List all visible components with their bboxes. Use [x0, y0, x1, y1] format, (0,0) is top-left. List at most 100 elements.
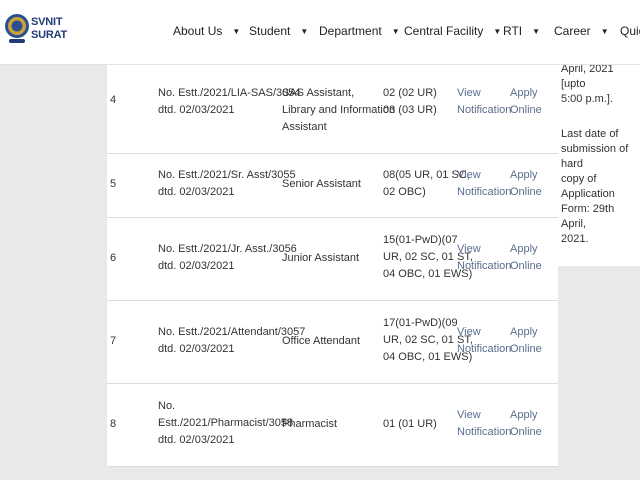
ref-line: dtd. 02/03/2021: [158, 434, 235, 446]
nav-label: RTI: [503, 24, 523, 38]
svnit-seal-icon: [5, 14, 29, 43]
link-line: Online: [510, 104, 542, 116]
post-line: SAS Assistant,: [282, 87, 355, 99]
recruitment-table: 4 No. Estt./2021/LIA-SAS/3054 dtd. 02/03…: [107, 65, 558, 467]
ref-line: No.: [158, 400, 176, 412]
nav-label: Student: [249, 24, 291, 38]
apply-online-link[interactable]: Apply Online: [510, 324, 542, 358]
logo[interactable]: SVNIT SURAT: [2, 9, 67, 55]
link-line: Online: [510, 426, 542, 438]
nav-label: Department: [319, 24, 382, 38]
chevron-down-icon: ▼: [493, 26, 502, 36]
serial-number: 4: [110, 94, 117, 106]
nav-label: About Us: [173, 24, 223, 38]
link-line: View: [457, 169, 481, 181]
ref-line: dtd. 02/03/2021: [158, 104, 235, 116]
link-line: View: [457, 87, 481, 99]
note-line: 2021.: [561, 233, 589, 245]
link-line: Notification: [457, 186, 512, 198]
ref-line: dtd. 02/03/2021: [158, 260, 235, 272]
note-line: submission of hard: [561, 143, 629, 170]
link-line: Online: [510, 343, 542, 355]
last-date-note: April, 2021 [upto 5:00 p.m.]. Last date …: [558, 62, 640, 266]
post-name: Junior Assistant: [282, 250, 359, 267]
post-line: Library and Information: [282, 104, 396, 116]
reference-number: No. Estt./2021/Sr. Asst/3055 dtd. 02/03/…: [158, 167, 296, 201]
link-line: Apply: [510, 87, 538, 99]
chevron-down-icon: ▼: [600, 26, 609, 36]
nav-central-facility[interactable]: Central Facility ▼: [404, 24, 501, 38]
view-notification-link[interactable]: View Notification: [457, 241, 511, 275]
chevron-down-icon: ▼: [532, 26, 541, 36]
link-line: Apply: [510, 169, 538, 181]
table-row: 7 No. Estt./2021/Attendant/3057 dtd. 02/…: [107, 300, 558, 384]
post-name: Pharmacist: [282, 416, 337, 433]
vacancy-line: 02 (02 UR): [383, 87, 437, 99]
link-line: View: [457, 409, 481, 421]
view-notification-link[interactable]: View Notification: [457, 167, 511, 201]
reference-number: No. Estt./2021/Jr. Asst./3056 dtd. 02/03…: [158, 241, 297, 275]
link-line: Apply: [510, 243, 538, 255]
link-line: Notification: [457, 426, 512, 438]
apply-online-link[interactable]: Apply Online: [510, 407, 542, 441]
link-line: Apply: [510, 326, 538, 338]
post-line: Office Attendant: [282, 335, 361, 347]
post-line: Assistant: [282, 121, 327, 133]
apply-online-link[interactable]: Apply Online: [510, 167, 542, 201]
link-line: Notification: [457, 260, 512, 272]
nav-label: Central Facility: [404, 24, 484, 38]
link-line: View: [457, 326, 481, 338]
serial-number: 7: [110, 335, 117, 347]
serial-number: 6: [110, 252, 117, 264]
ref-line: No. Estt./2021/Jr. Asst./3056: [158, 243, 297, 255]
nav-label: Quic: [620, 24, 640, 38]
serial-number: 5: [110, 178, 117, 190]
view-notification-link[interactable]: View Notification: [457, 85, 511, 119]
note-line: Last date of: [561, 128, 619, 140]
link-line: Online: [510, 186, 542, 198]
link-line: Online: [510, 260, 542, 272]
nav-about-us[interactable]: About Us ▼: [173, 24, 240, 38]
nav-department[interactable]: Department ▼: [319, 24, 400, 38]
post-name: SAS Assistant, Library and Information A…: [282, 85, 395, 136]
ref-line: dtd. 02/03/2021: [158, 186, 235, 198]
ref-line: Estt./2021/Pharmacist/3058: [158, 417, 294, 429]
site-header: SVNIT SURAT About Us ▼ Student ▼ Departmen…: [0, 0, 640, 65]
vacancy-line: 01 (01 UR): [383, 418, 437, 430]
nav-label: Career: [554, 24, 591, 38]
post-line: Senior Assistant: [282, 178, 361, 190]
nav-quick-links[interactable]: Quic: [620, 24, 640, 38]
link-line: Notification: [457, 104, 512, 116]
table-row: 6 No. Estt./2021/Jr. Asst./3056 dtd. 02/…: [107, 217, 558, 301]
apply-online-link[interactable]: Apply Online: [510, 85, 542, 119]
ref-line: No. Estt./2021/LIA-SAS/3054: [158, 87, 301, 99]
vacancy: 02 (02 UR) 03 (03 UR): [383, 85, 437, 119]
link-line: Apply: [510, 409, 538, 421]
vacancy: 01 (01 UR): [383, 416, 437, 433]
note-line: 5:00 p.m.].: [561, 93, 613, 105]
apply-online-link[interactable]: Apply Online: [510, 241, 542, 275]
logo-text: SVNIT SURAT: [31, 16, 67, 42]
view-notification-link[interactable]: View Notification: [457, 407, 511, 441]
post-line: Pharmacist: [282, 418, 338, 430]
note-line: copy of Application: [561, 173, 615, 200]
table-row: 5 No. Estt./2021/Sr. Asst/3055 dtd. 02/0…: [107, 153, 558, 218]
chevron-down-icon: ▼: [391, 26, 400, 36]
reference-number: No. Estt./2021/LIA-SAS/3054 dtd. 02/03/2…: [158, 85, 300, 119]
nav-career[interactable]: Career ▼: [554, 24, 609, 38]
view-notification-link[interactable]: View Notification: [457, 324, 511, 358]
ref-line: No. Estt./2021/Sr. Asst/3055: [158, 169, 296, 181]
logo-line1: SVNIT: [31, 16, 63, 28]
note-line: April, 2021 [upto: [561, 63, 614, 90]
table-row: 8 No. Estt./2021/Pharmacist/3058 dtd. 02…: [107, 383, 558, 467]
table-row: 4 No. Estt./2021/LIA-SAS/3054 dtd. 02/03…: [107, 65, 558, 154]
nav-rti[interactable]: RTI ▼: [503, 24, 540, 38]
serial-number: 8: [110, 418, 117, 430]
logo-line2: SURAT: [31, 29, 68, 41]
chevron-down-icon: ▼: [232, 26, 241, 36]
note-line: Form: 29th April,: [561, 203, 615, 230]
note-top: April, 2021 [upto 5:00 p.m.].: [561, 62, 640, 107]
nav-student[interactable]: Student ▼: [249, 24, 308, 38]
post-name: Senior Assistant: [282, 176, 361, 193]
post-name: Office Attendant: [282, 333, 360, 350]
